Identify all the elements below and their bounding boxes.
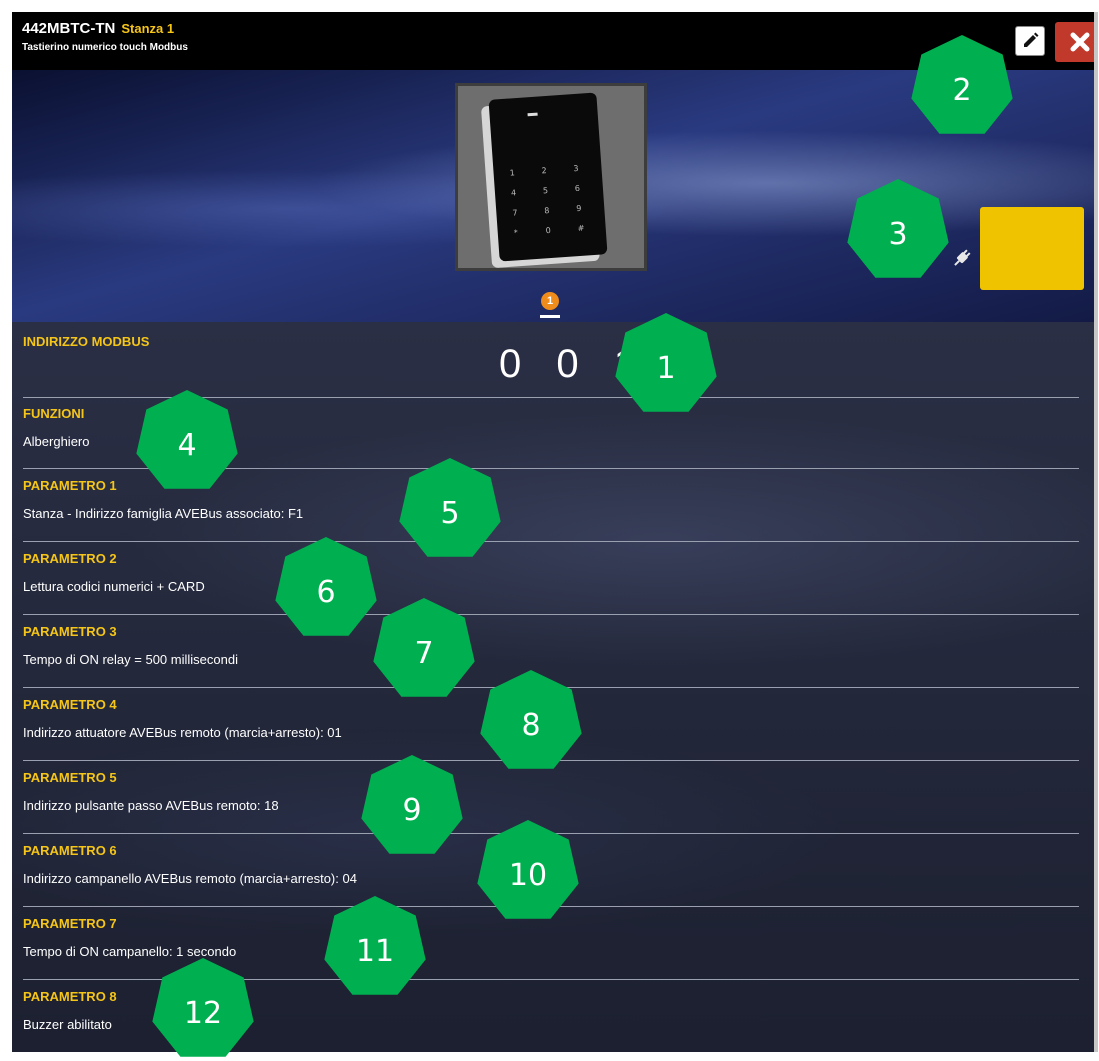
param-1-value[interactable]: Stanza - Indirizzo famiglia AVEBus assoc… xyxy=(23,506,303,521)
param-4-label: PARAMETRO 4 xyxy=(23,697,117,712)
param-2-label: PARAMETRO 2 xyxy=(23,551,117,566)
divider xyxy=(23,541,1079,542)
keypad-key: 6 xyxy=(574,183,581,194)
pencil-icon xyxy=(1024,32,1039,47)
page-indicator[interactable]: 1 xyxy=(541,292,559,310)
keypad-key: 3 xyxy=(573,163,579,174)
close-button[interactable] xyxy=(1055,22,1094,62)
param-2-value[interactable]: Lettura codici numerici + CARD xyxy=(23,579,205,594)
param-8-value[interactable]: Buzzer abilitato xyxy=(23,1017,112,1032)
keypad-key: * xyxy=(513,228,519,238)
device-image: 1 2 3 4 5 6 7 8 9 * 0 # xyxy=(455,83,647,271)
edit-button[interactable] xyxy=(1015,26,1045,56)
device-subtitle: Tastierino numerico touch Modbus xyxy=(22,42,188,53)
param-6-label: PARAMETRO 6 xyxy=(23,843,117,858)
keypad-key: 4 xyxy=(510,188,517,198)
keypad-key: # xyxy=(577,223,585,234)
param-3-value[interactable]: Tempo di ON relay = 500 millisecondi xyxy=(23,652,238,667)
plug-icon xyxy=(954,249,971,266)
param-4-value[interactable]: Indirizzo attuatore AVEBus remoto (marci… xyxy=(23,725,342,740)
keypad-key: 9 xyxy=(575,203,582,214)
close-icon xyxy=(1070,32,1090,52)
keypad-key: 2 xyxy=(541,166,547,176)
keypad-key: 1 xyxy=(509,168,516,178)
keypad-key: 5 xyxy=(542,186,549,196)
param-5-value[interactable]: Indirizzo pulsante passo AVEBus remoto: … xyxy=(23,798,279,813)
param-5-label: PARAMETRO 5 xyxy=(23,770,117,785)
page-indicator-underline xyxy=(540,315,560,318)
param-3-label: PARAMETRO 3 xyxy=(23,624,117,639)
room-name: Stanza 1 xyxy=(121,21,175,36)
param-1-label: PARAMETRO 1 xyxy=(23,478,117,493)
status-indicator xyxy=(980,207,1084,290)
title-line: 442MBTC-TN Stanza 1 xyxy=(22,20,174,37)
functions-label: FUNZIONI xyxy=(23,406,85,421)
keypad-illustration: 1 2 3 4 5 6 7 8 9 * 0 # xyxy=(488,92,608,262)
param-7-label: PARAMETRO 7 xyxy=(23,916,117,931)
param-8-label: PARAMETRO 8 xyxy=(23,989,117,1004)
divider xyxy=(23,614,1079,615)
keypad-key: 8 xyxy=(544,205,550,216)
modbus-address-label: INDIRIZZO MODBUS xyxy=(23,334,150,349)
functions-value[interactable]: Alberghiero xyxy=(23,434,90,449)
keypad-key: 0 xyxy=(545,225,552,236)
keypad-key: 7 xyxy=(512,208,518,218)
keypad-led xyxy=(527,112,538,117)
param-6-value[interactable]: Indirizzo campanello AVEBus remoto (marc… xyxy=(23,871,357,886)
device-code: 442MBTC-TN xyxy=(22,20,116,37)
param-7-value[interactable]: Tempo di ON campanello: 1 secondo xyxy=(23,944,236,959)
